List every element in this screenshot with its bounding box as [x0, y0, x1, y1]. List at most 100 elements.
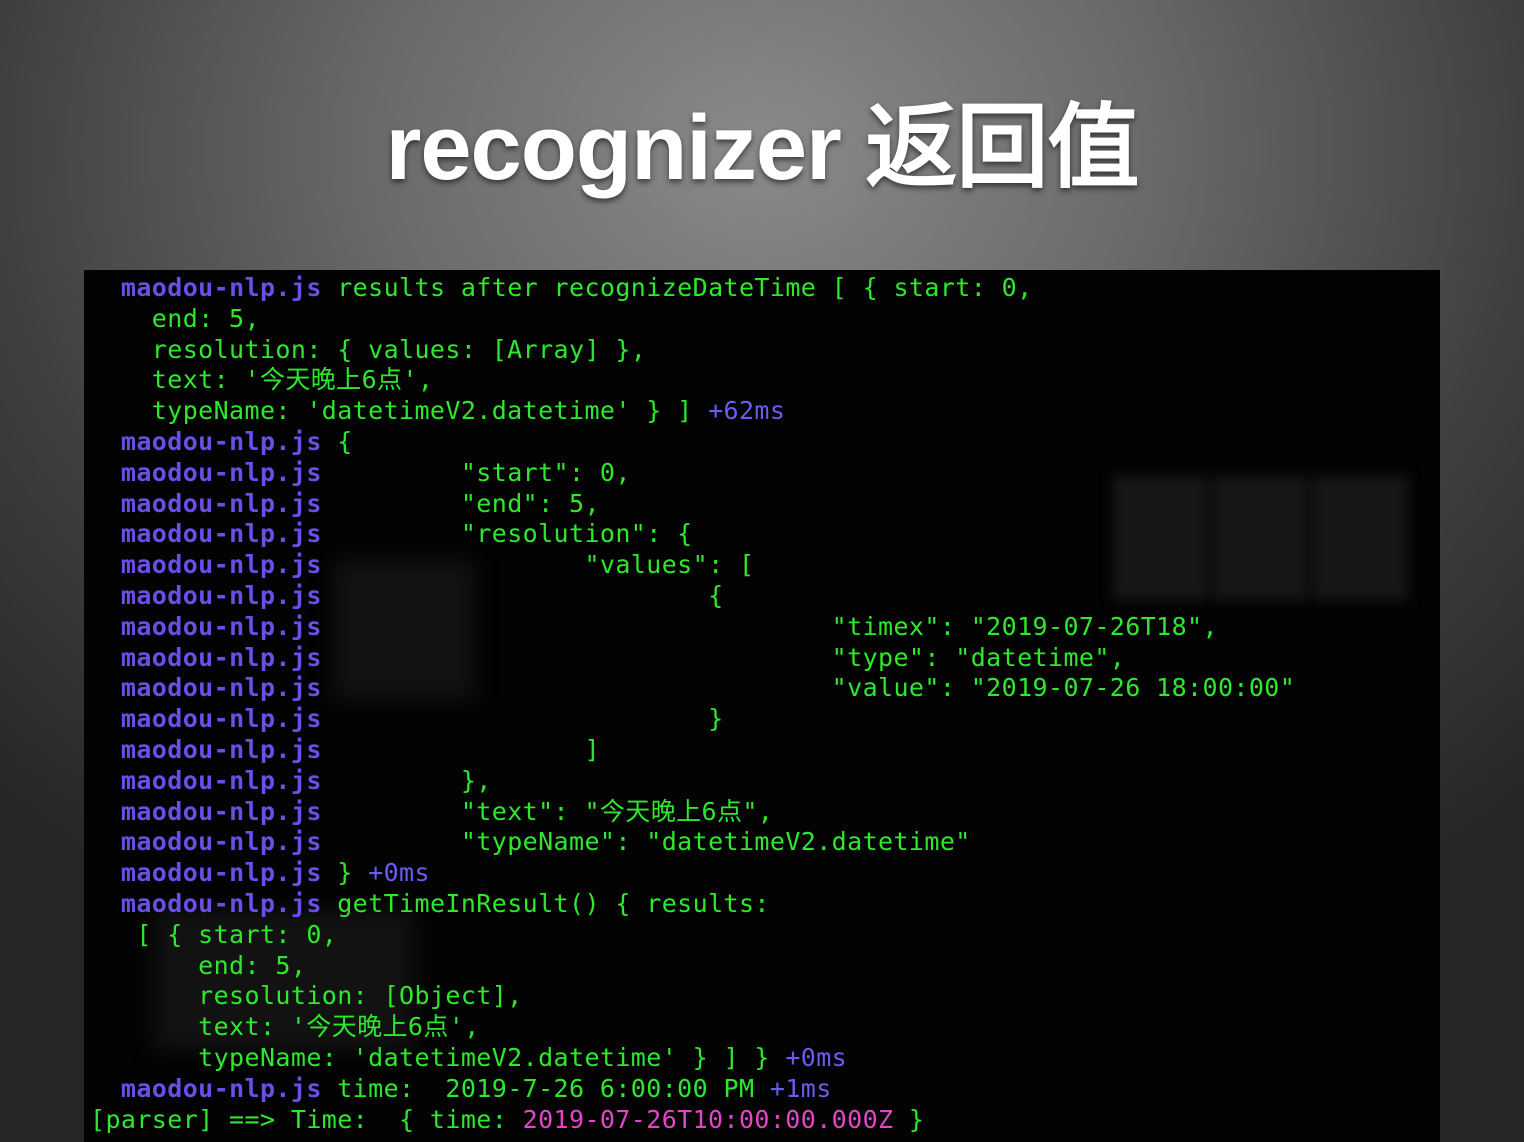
log-prefix: maodou-nlp.js	[120, 488, 322, 518]
log-text: end: 5,	[90, 303, 260, 333]
terminal-line: [parser] ==> Time: { time: 2019-07-26T10…	[90, 1104, 924, 1135]
timing-delta: +0ms	[785, 1043, 848, 1072]
log-prefix: maodou-nlp.js	[120, 735, 322, 764]
terminal-window[interactable]: ▇▇▇ maodou-nlp.js results after recogniz…	[84, 270, 1440, 1142]
terminal-line: maodou-nlp.js } +0ms	[90, 857, 430, 888]
log-text: [ { start: 0,	[90, 919, 338, 949]
terminal-line: maodou-nlp.js "text": "今天晚上6点",	[90, 796, 773, 827]
log-text: "typeName": "datetimeV2.datetime"	[321, 827, 971, 857]
terminal-line: maodou-nlp.js "timex": "2019-07-26T18",	[90, 611, 1218, 642]
timing-delta: +1ms	[769, 1073, 832, 1103]
log-text: getTimeInResult() { results:	[321, 889, 770, 918]
log-text: end: 5,	[90, 950, 307, 980]
terminal-line: resolution: [Object],	[90, 980, 523, 1011]
log-prefix: maodou-nlp.js	[120, 673, 322, 703]
log-text: }	[321, 858, 369, 888]
terminal-line: resolution: { values: [Array] },	[90, 334, 646, 365]
timing-delta: +62ms	[708, 396, 786, 426]
log-text: }	[321, 704, 724, 734]
log-text: "start": 0,	[321, 457, 631, 487]
log-text: ]	[321, 735, 600, 764]
timing-delta: +0ms	[368, 858, 430, 888]
log-prefix: maodou-nlp.js	[120, 642, 322, 672]
log-text: text: '今天晚上6点',	[90, 1012, 480, 1042]
terminal-line: typeName: 'datetimeV2.datetime' } ] +62m…	[90, 395, 785, 426]
iso-timestamp: 2019-07-26T10:00:00.000Z	[522, 1104, 894, 1134]
log-prefix: maodou-nlp.js	[120, 457, 322, 487]
log-text: resolution: [Object],	[90, 981, 523, 1011]
log-text: "timex": "2019-07-26T18",	[321, 611, 1218, 641]
terminal-line: maodou-nlp.js "resolution": {	[90, 518, 693, 549]
log-prefix: maodou-nlp.js	[120, 796, 322, 826]
log-text: [parser] ==> Time: { time:	[90, 1104, 523, 1134]
log-text: results after recognizeDateTime [ { star…	[321, 273, 1033, 302]
blurred-background-text: ▇▇▇	[1114, 460, 1415, 599]
terminal-line: maodou-nlp.js {	[90, 426, 353, 457]
log-prefix: maodou-nlp.js	[120, 427, 322, 456]
terminal-line: maodou-nlp.js "value": "2019-07-26 18:00…	[90, 672, 1295, 703]
log-text: "text": "今天晚上6点",	[321, 796, 774, 826]
log-text: typeName: 'datetimeV2.datetime' } ]	[90, 396, 709, 426]
log-text: "resolution": {	[321, 519, 693, 549]
slide-title: recognizer 返回值	[385, 97, 1140, 199]
log-text: {	[321, 581, 724, 610]
terminal-line: [ { start: 0,	[90, 919, 337, 950]
log-text: time: 2019-7-26 6:00:00 PM	[321, 1073, 770, 1103]
log-text: typeName: 'datetimeV2.datetime' } ] }	[90, 1043, 786, 1072]
log-text: "type": "datetime",	[321, 642, 1126, 672]
log-text: }	[893, 1104, 925, 1134]
terminal-line: maodou-nlp.js }	[90, 703, 724, 734]
log-prefix: maodou-nlp.js	[120, 550, 322, 580]
terminal-line: maodou-nlp.js results after recognizeDat…	[90, 272, 1033, 303]
terminal-line: text: '今天晚上6点',	[90, 364, 433, 395]
log-prefix: maodou-nlp.js	[120, 581, 322, 610]
terminal-line: maodou-nlp.js getTimeInResult() { result…	[90, 888, 770, 919]
log-text: "values": [	[321, 550, 755, 580]
terminal-line: maodou-nlp.js ]	[90, 734, 600, 765]
terminal-line: maodou-nlp.js "type": "datetime",	[90, 642, 1125, 673]
log-prefix: maodou-nlp.js	[120, 858, 322, 888]
terminal-line: maodou-nlp.js "typeName": "datetimeV2.da…	[90, 826, 971, 857]
log-prefix: maodou-nlp.js	[120, 1073, 322, 1103]
log-text: "value": "2019-07-26 18:00:00"	[321, 673, 1296, 703]
log-prefix: maodou-nlp.js	[120, 889, 322, 918]
log-prefix: maodou-nlp.js	[120, 827, 322, 857]
terminal-line: maodou-nlp.js "end": 5,	[90, 488, 600, 519]
log-prefix: maodou-nlp.js	[120, 519, 322, 549]
log-prefix: maodou-nlp.js	[120, 765, 322, 795]
terminal-line: maodou-nlp.js "values": [	[90, 549, 754, 580]
log-text: {	[321, 427, 353, 456]
log-prefix: maodou-nlp.js	[120, 704, 322, 734]
terminal-line: typeName: 'datetimeV2.datetime' } ] } +0…	[90, 1042, 847, 1073]
log-text: "end": 5,	[321, 488, 600, 518]
terminal-line: maodou-nlp.js "start": 0,	[90, 457, 631, 488]
terminal-line: maodou-nlp.js {	[90, 580, 724, 611]
terminal-line: maodou-nlp.js },	[90, 765, 492, 796]
terminal-line: end: 5,	[90, 950, 306, 981]
log-text: text: '今天晚上6点',	[90, 365, 434, 395]
log-prefix: maodou-nlp.js	[120, 611, 322, 641]
terminal-line: end: 5,	[90, 303, 260, 334]
log-text: },	[321, 765, 492, 795]
terminal-line: maodou-nlp.js time: 2019-7-26 6:00:00 PM…	[90, 1073, 832, 1104]
log-text: resolution: { values: [Array] },	[90, 334, 647, 364]
terminal-line: text: '今天晚上6点',	[90, 1011, 480, 1042]
